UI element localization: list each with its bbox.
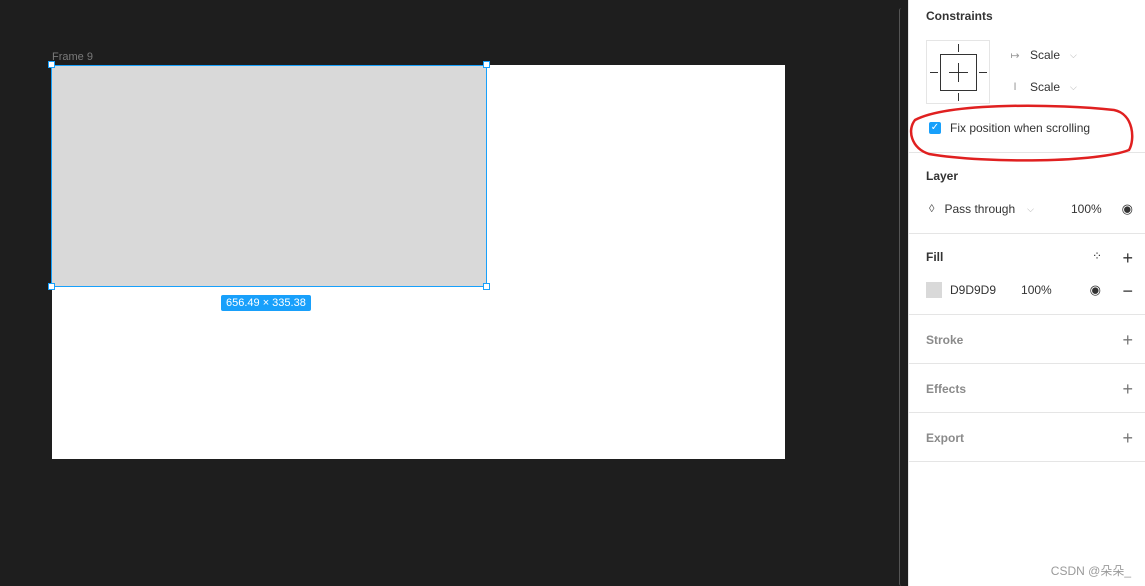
styles-grid-icon[interactable]: ⁘ bbox=[1092, 249, 1102, 263]
watermark-text: CSDN @朵朵_ bbox=[1050, 564, 1131, 578]
export-section: Export + bbox=[909, 413, 1145, 462]
effects-section: Effects + bbox=[909, 364, 1145, 413]
fix-position-checkbox[interactable]: ✓ bbox=[929, 122, 941, 134]
horizontal-constraint-icon: ↦ bbox=[1010, 49, 1020, 62]
layer-section: Layer ◊ Pass through ⌵ 100% ◉ bbox=[909, 153, 1145, 234]
constraint-bottom-line[interactable] bbox=[958, 93, 959, 101]
horizontal-constraint-dropdown[interactable]: ↦ Scale ⌵ bbox=[1008, 48, 1077, 62]
resize-handle-bottom-right[interactable] bbox=[483, 283, 490, 290]
vertical-constraint-icon: I bbox=[1013, 81, 1017, 93]
add-effect-plus-icon[interactable]: + bbox=[1122, 380, 1133, 398]
selected-rectangle[interactable] bbox=[51, 65, 487, 287]
remove-fill-minus-icon[interactable]: − bbox=[1122, 282, 1133, 300]
constraints-section: Constraints ↦ Scale ⌵ I Scale ⌵ ✓ Fix po… bbox=[909, 0, 1145, 162]
blend-mode-dropdown[interactable]: ◊ Pass through ⌵ bbox=[929, 202, 1034, 216]
fix-position-row[interactable]: ✓ Fix position when scrolling bbox=[929, 121, 1090, 135]
stroke-section: Stroke + bbox=[909, 315, 1145, 364]
fill-title: Fill bbox=[926, 250, 944, 264]
resize-handle-bottom-left[interactable] bbox=[48, 283, 55, 290]
layer-opacity-value: 100% bbox=[1071, 202, 1102, 216]
layer-opacity-input[interactable]: 100% bbox=[1071, 202, 1102, 216]
effects-title: Effects bbox=[926, 382, 967, 396]
constraint-left-line[interactable] bbox=[930, 72, 938, 73]
resize-handle-top-left[interactable] bbox=[48, 61, 55, 68]
dimensions-badge: 656.49 × 335.38 bbox=[221, 295, 311, 311]
fix-position-label: Fix position when scrolling bbox=[950, 121, 1091, 135]
vertical-constraint-dropdown[interactable]: I Scale ⌵ bbox=[1008, 80, 1077, 94]
constraint-widget[interactable] bbox=[926, 40, 990, 104]
layer-title: Layer bbox=[926, 169, 959, 183]
constraint-center-horizontal[interactable] bbox=[949, 72, 968, 73]
frame-label[interactable]: Frame 9 bbox=[52, 51, 93, 63]
design-canvas[interactable]: Frame 9 656.49 × 335.38 bbox=[0, 0, 897, 586]
stroke-title: Stroke bbox=[926, 333, 964, 347]
scrollbar-thumb[interactable] bbox=[899, 8, 904, 586]
fill-section: Fill ⁘ + D9D9D9 100% ◉ − bbox=[909, 234, 1145, 315]
blend-drop-icon: ◊ bbox=[929, 203, 935, 215]
fill-hex-value[interactable]: D9D9D9 bbox=[950, 283, 996, 297]
add-fill-plus-icon[interactable]: + bbox=[1122, 249, 1133, 267]
properties-panel: Constraints ↦ Scale ⌵ I Scale ⌵ ✓ Fix po… bbox=[908, 0, 1145, 586]
constraints-title: Constraints bbox=[926, 9, 993, 23]
chevron-down-icon: ⌵ bbox=[1070, 49, 1077, 60]
fill-visibility-eye-icon[interactable]: ◉ bbox=[1090, 282, 1101, 298]
vertical-constraint-value: Scale bbox=[1030, 80, 1061, 94]
add-export-plus-icon[interactable]: + bbox=[1122, 429, 1133, 447]
fill-opacity-value[interactable]: 100% bbox=[1021, 283, 1052, 297]
canvas-scrollbar[interactable] bbox=[897, 0, 908, 586]
chevron-down-icon: ⌵ bbox=[1070, 81, 1077, 92]
fill-color-swatch[interactable] bbox=[926, 282, 942, 298]
constraint-right-line[interactable] bbox=[979, 72, 987, 73]
constraint-center-box[interactable] bbox=[940, 54, 977, 91]
fill-row[interactable]: D9D9D9 100% bbox=[926, 282, 1052, 298]
add-stroke-plus-icon[interactable]: + bbox=[1122, 331, 1133, 349]
constraint-top-line[interactable] bbox=[958, 44, 959, 52]
resize-handle-top-right[interactable] bbox=[483, 61, 490, 68]
horizontal-constraint-value: Scale bbox=[1030, 48, 1061, 62]
chevron-down-icon: ⌵ bbox=[1027, 203, 1034, 214]
blend-mode-value: Pass through bbox=[944, 202, 1016, 216]
export-title: Export bbox=[926, 431, 965, 445]
layer-visibility-eye-icon[interactable]: ◉ bbox=[1122, 201, 1133, 217]
